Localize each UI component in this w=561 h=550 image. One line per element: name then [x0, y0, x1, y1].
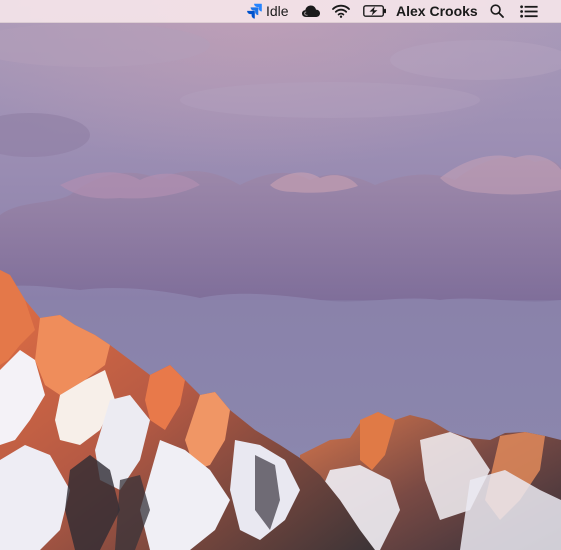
wifi-icon [332, 4, 350, 18]
notification-center-icon [520, 4, 538, 18]
cloud-menu[interactable] [300, 0, 322, 22]
spotlight-search-button[interactable] [488, 0, 506, 22]
battery-menu[interactable] [362, 0, 388, 22]
cloud-icon [302, 5, 320, 17]
jira-status-menu[interactable] [244, 0, 264, 22]
status-label[interactable]: Idle [266, 0, 294, 22]
battery-charging-icon [363, 5, 386, 17]
sierra-mountain-wallpaper [0, 0, 561, 550]
user-name: Alex Crooks [396, 3, 478, 19]
spotlight-search-icon [490, 4, 504, 18]
menu-bar: Idle Alex Crooks [0, 0, 561, 23]
jira-icon [247, 3, 262, 19]
desktop: Idle Alex Crooks [0, 0, 561, 550]
notification-center-button[interactable] [518, 0, 540, 22]
wifi-menu[interactable] [331, 0, 351, 22]
user-account-menu[interactable]: Alex Crooks [396, 0, 478, 22]
status-text: Idle [266, 3, 289, 19]
